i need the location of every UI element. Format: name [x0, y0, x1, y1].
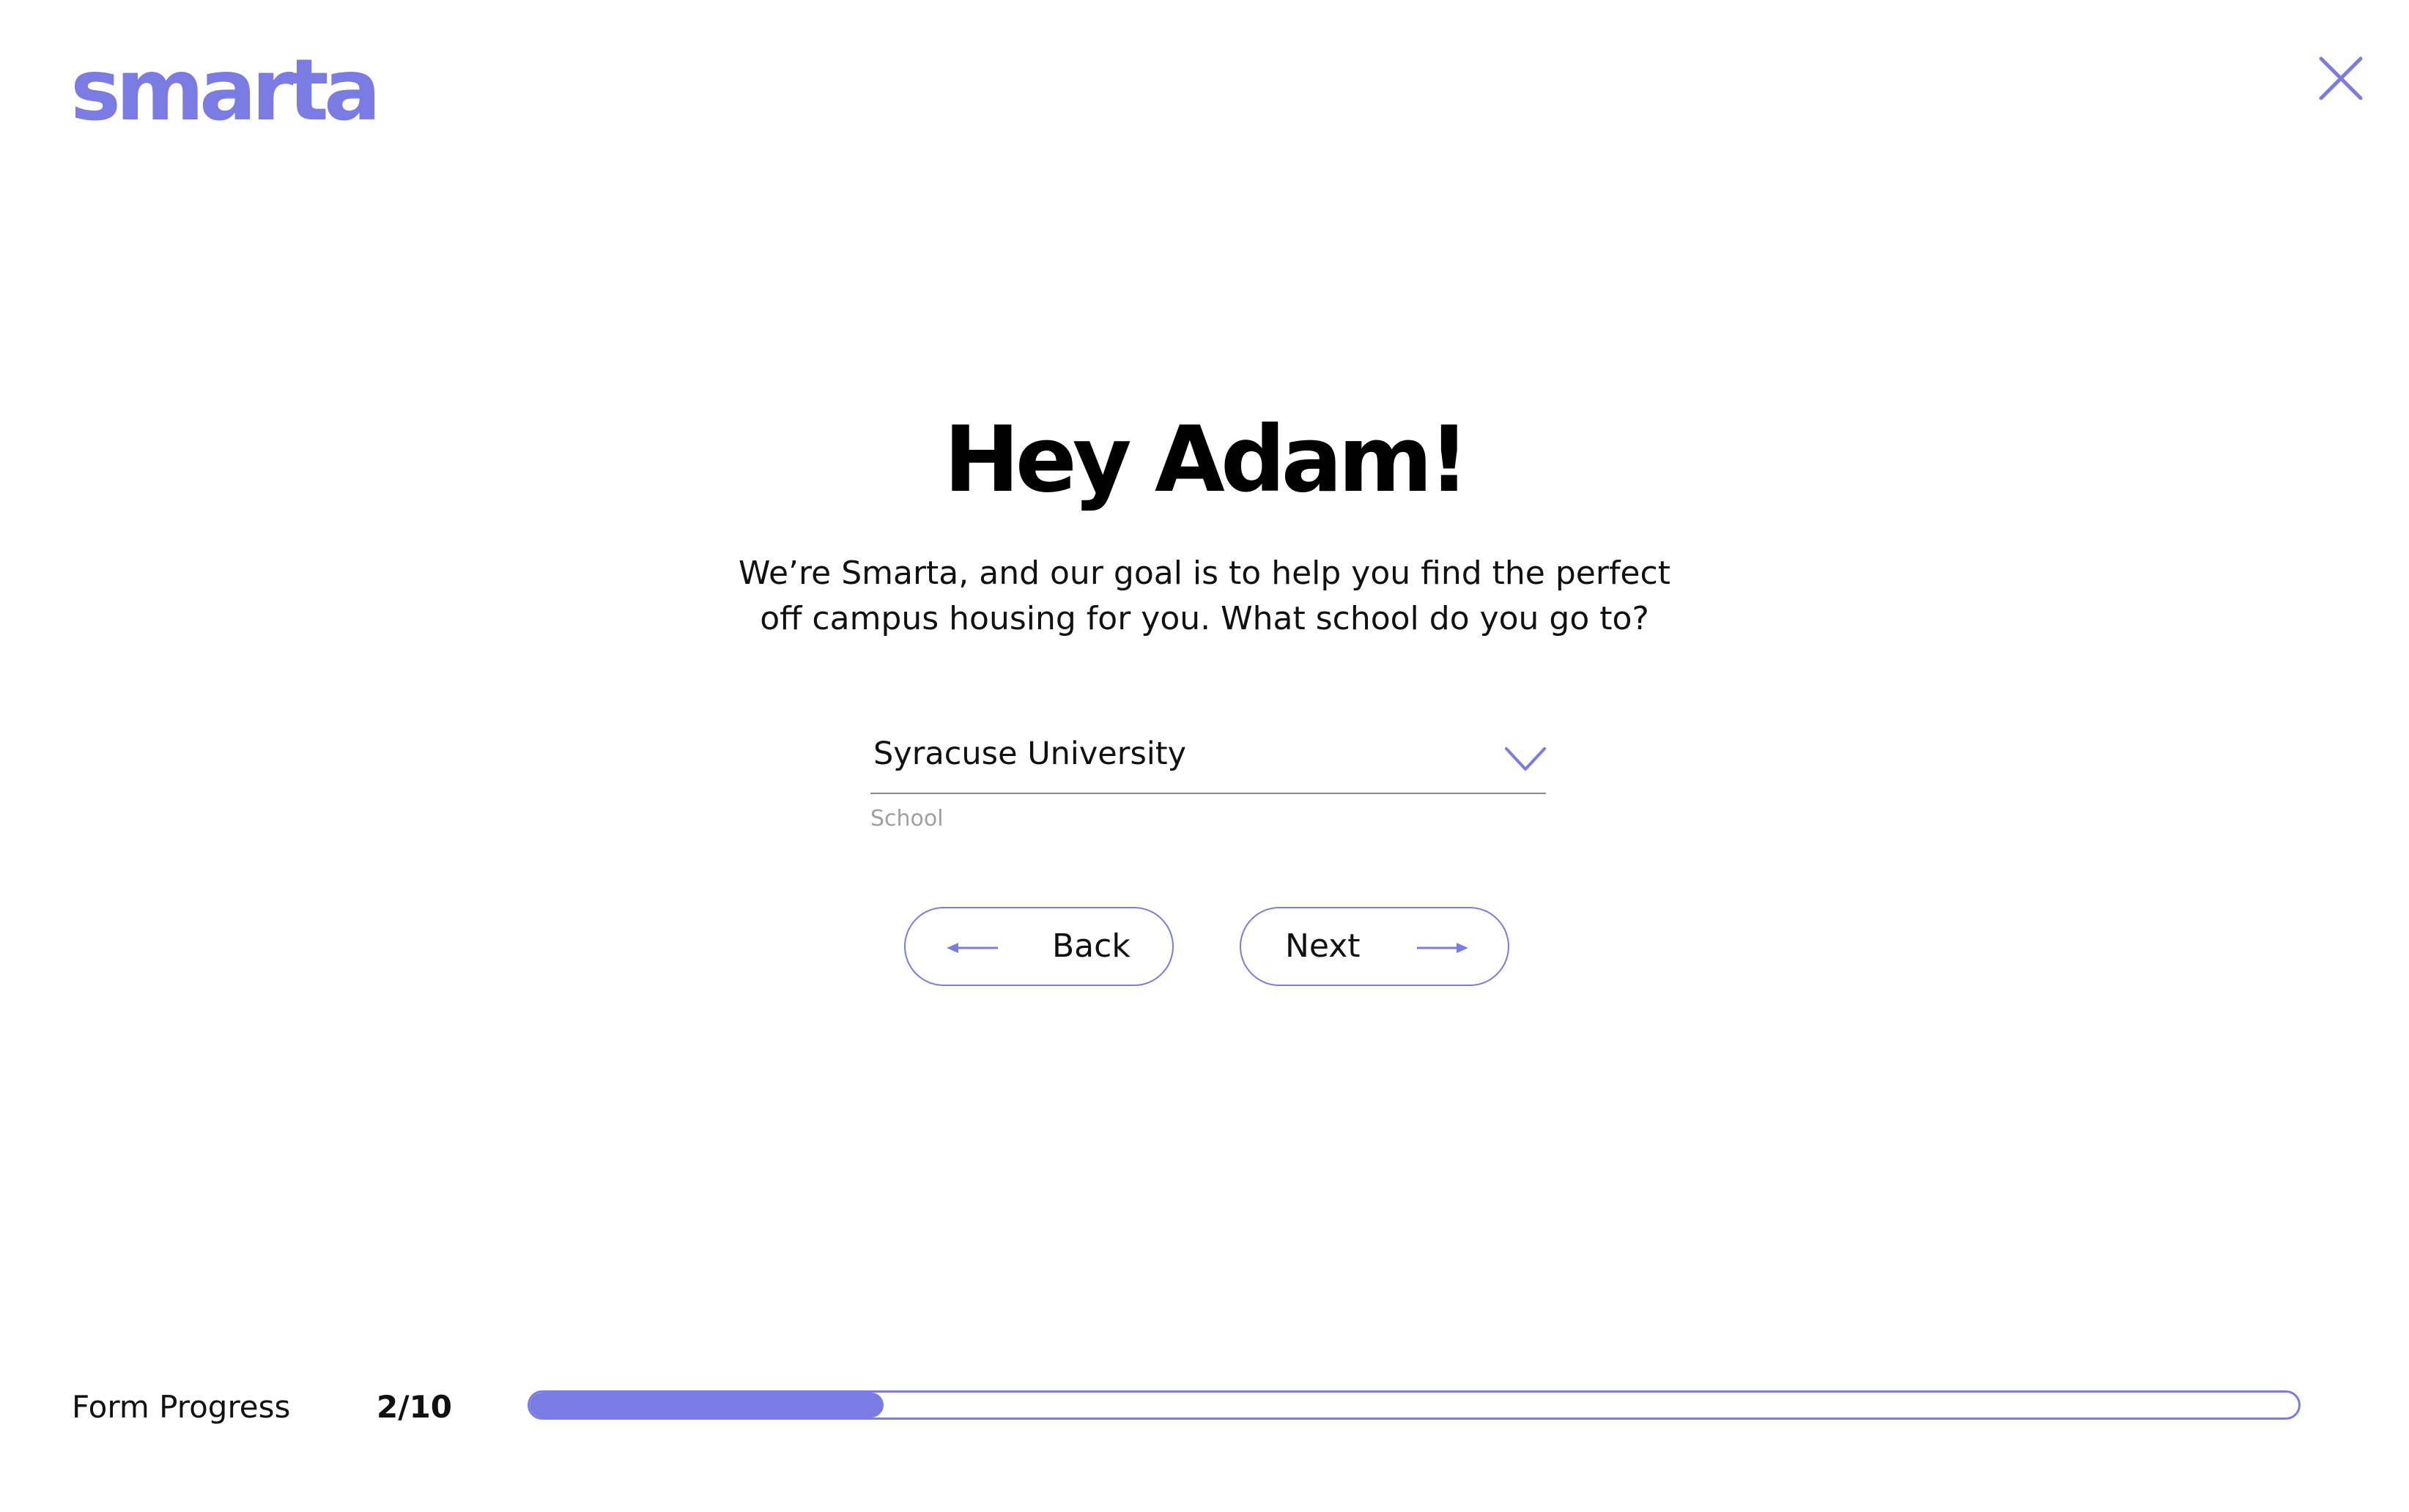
close-button[interactable] [2318, 56, 2364, 101]
smarta-logo: smarta [70, 41, 381, 140]
arrow-left-icon [947, 941, 999, 955]
intro-text: We’re Smarta, and our goal is to help yo… [739, 555, 1670, 637]
chevron-down-icon [1505, 747, 1546, 772]
progress-bar [528, 1390, 2301, 1420]
school-select-group: Syracuse University School [870, 725, 1546, 831]
progress-count: 2/10 [377, 1389, 453, 1425]
back-button-label: Back [1052, 927, 1131, 965]
school-select-caption: School [870, 806, 944, 831]
page-title: Hey Adam! [943, 407, 1470, 513]
progress-bar-fill [530, 1393, 884, 1418]
close-icon [2319, 56, 2363, 100]
school-select[interactable]: Syracuse University [870, 725, 1546, 794]
next-button-label: Next [1285, 927, 1361, 965]
school-select-value: Syracuse University [873, 735, 1187, 772]
progress-label: Form Progress [72, 1389, 291, 1425]
next-button[interactable]: Next [1240, 907, 1509, 986]
back-button[interactable]: Back [904, 907, 1174, 986]
arrow-right-icon [1416, 941, 1468, 955]
